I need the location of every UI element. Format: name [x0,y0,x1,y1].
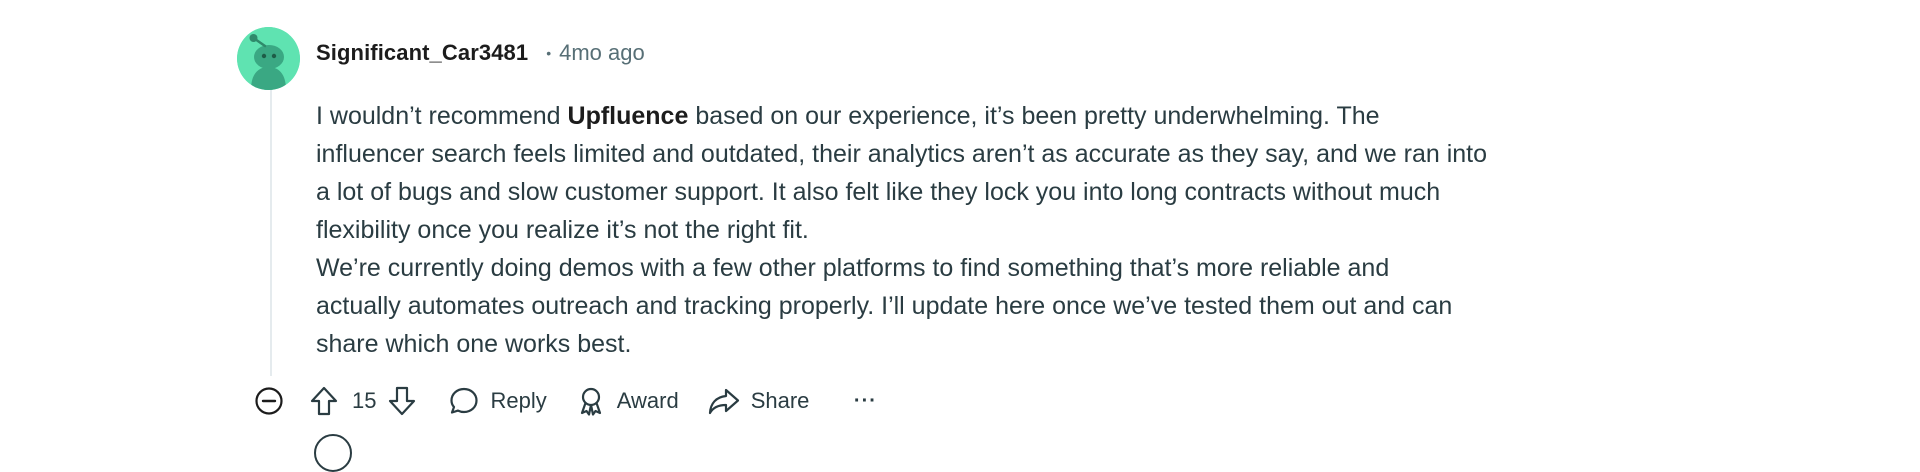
body-text: based on our experience, it’s been prett… [688,102,1380,130]
body-text: I wouldn’t recommend [316,102,568,130]
thread-line[interactable] [270,88,272,376]
reply-label: Reply [490,388,547,413]
body-bold-text: Upfluence [567,102,689,130]
username-link[interactable]: Significant_Car3481 [316,40,528,66]
award-label: Award [616,388,679,413]
share-arrow-icon [708,388,739,415]
vote-group: 15 [306,381,420,421]
comment-meta: Significant_Car3481 • 4mo ago [316,38,645,68]
reply-button[interactable]: Reply [448,381,547,421]
award-ribbon-icon [580,387,601,416]
body-line: flexibility once you realize it’s not th… [316,216,809,244]
body-line: share which one works best. [316,330,632,358]
ellipsis-icon: ··· [853,389,877,412]
body-line: influencer search feels limited and outd… [316,140,1488,168]
more-options-button[interactable]: ··· [845,381,885,421]
timestamp[interactable]: 4mo ago [559,40,645,66]
arrow-down-icon [389,386,416,416]
comment-body: I wouldn’t recommend Upfluence based on … [316,97,1636,363]
minus-circle-icon [255,387,283,415]
snoo-avatar-icon [237,27,300,90]
share-button[interactable]: Share [707,381,810,421]
collapse-button[interactable] [252,384,286,418]
comment-action-bar: 15 Reply Award Share ··· [252,380,885,422]
downvote-button[interactable] [384,381,420,421]
body-line: I wouldn’t recommend Upfluence based on … [316,97,1636,135]
body-line: actually automates outreach and tracking… [316,292,1453,320]
speech-bubble-icon [450,387,479,414]
body-line: a lot of bugs and slow customer support.… [316,178,1441,206]
body-line: We’re currently doing demos with a few o… [316,254,1390,282]
award-button[interactable]: Award [575,381,679,421]
upvote-button[interactable] [306,381,342,421]
comment: Significant_Car3481 • 4mo ago I wouldn’t… [0,0,1920,472]
meta-separator: • [546,45,552,61]
avatar[interactable] [237,27,300,90]
arrow-up-icon [310,386,338,416]
vote-count: 15 [352,388,377,413]
share-label: Share [750,388,810,413]
